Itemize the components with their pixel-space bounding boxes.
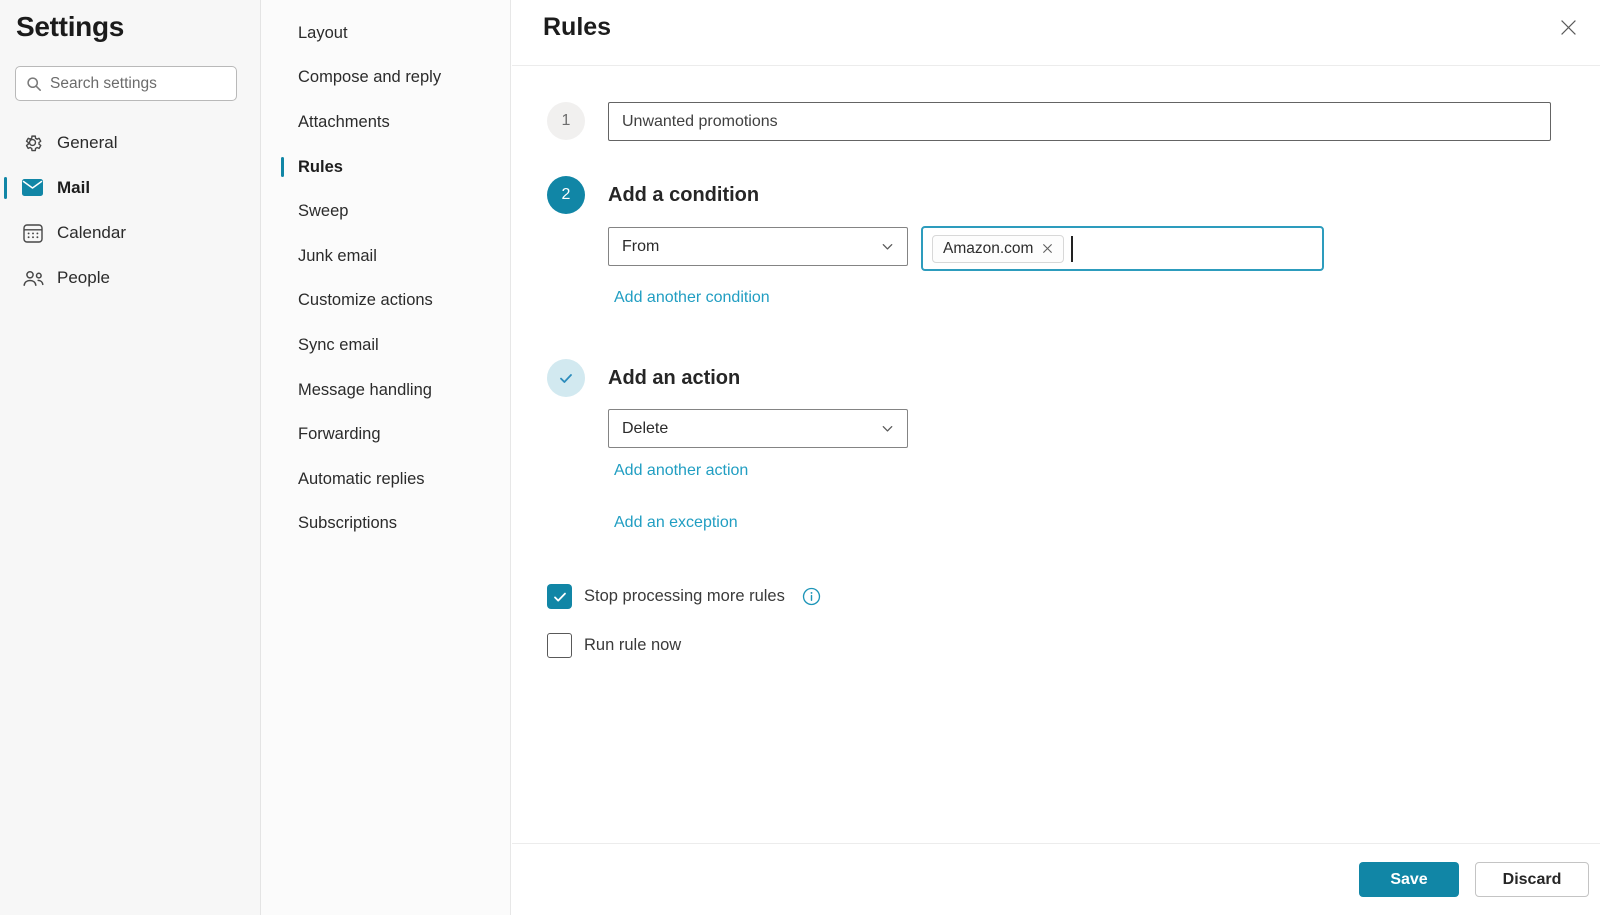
people-icon [21,269,44,287]
mail-icon [21,179,44,196]
selected-indicator [4,177,7,199]
nav-item-label: Automatic replies [298,470,425,489]
sidebar-nav: General Mail Cal [0,120,260,300]
rules-panel: Rules 1 2 Add a condition From Amazon.co… [512,0,1600,915]
close-button[interactable] [1550,9,1586,45]
add-another-action-link[interactable]: Add another action [614,462,748,480]
nav-item-label: Sync email [298,336,379,355]
condition-select-value: From [622,238,659,256]
settings-title: Settings [16,11,124,43]
header-divider [512,65,1600,66]
discard-button[interactable]: Discard [1475,862,1589,897]
value-chip: Amazon.com [932,235,1064,263]
run-rule-now-checkbox[interactable] [547,633,572,658]
nav-item-label: Compose and reply [298,68,441,87]
selected-indicator [281,157,284,177]
search-settings-box[interactable] [15,66,237,101]
nav-item-message-handling[interactable]: Message handling [261,368,510,413]
page-title: Rules [543,13,611,42]
nav-item-forwarding[interactable]: Forwarding [261,412,510,457]
nav-item-label: Customize actions [298,291,433,310]
nav-item-attachments[interactable]: Attachments [261,100,510,145]
calendar-icon [21,223,44,243]
info-button[interactable] [802,587,821,606]
step-2-badge: 2 [547,176,585,214]
run-rule-now-label: Run rule now [584,636,681,655]
text-cursor [1071,236,1073,262]
nav-item-sweep[interactable]: Sweep [261,189,510,234]
nav-item-label: Forwarding [298,425,381,444]
search-icon [26,76,42,92]
nav-item-junk-email[interactable]: Junk email [261,234,510,279]
nav-item-subscriptions[interactable]: Subscriptions [261,502,510,547]
condition-select[interactable]: From [608,227,908,266]
run-rule-now-option-row: Run rule now [547,633,681,658]
add-another-condition-link[interactable]: Add another condition [614,289,770,307]
sidebar-item-people[interactable]: People [0,255,260,300]
info-icon [802,587,821,606]
sidebar-item-label: Calendar [57,223,126,243]
stop-processing-checkbox[interactable] [547,584,572,609]
action-heading: Add an action [608,367,740,390]
nav-item-label: Rules [298,158,343,177]
value-chip-label: Amazon.com [943,240,1033,258]
nav-item-label: Attachments [298,113,390,132]
step-3-badge [547,359,585,397]
action-select[interactable]: Delete [608,409,908,448]
sidebar-item-label: General [57,133,117,153]
nav-item-customize-actions[interactable]: Customize actions [261,279,510,324]
stop-processing-label: Stop processing more rules [584,587,785,606]
nav-item-label: Layout [298,24,348,43]
action-select-value: Delete [622,420,668,438]
nav-item-sync-email[interactable]: Sync email [261,323,510,368]
nav-item-label: Junk email [298,247,377,266]
sidebar-item-mail[interactable]: Mail [0,165,260,210]
nav-item-rules[interactable]: Rules [261,145,510,190]
nav-item-compose-and-reply[interactable]: Compose and reply [261,56,510,101]
nav-item-label: Message handling [298,381,432,400]
rule-name-input[interactable] [608,102,1551,141]
close-icon [1560,19,1577,36]
check-icon [556,368,576,388]
mail-settings-nav: Layout Compose and reply Attachments Rul… [261,0,511,915]
sidebar-item-general[interactable]: General [0,120,260,165]
chevron-down-icon [881,422,894,435]
chip-remove-icon[interactable] [1042,243,1053,254]
search-input[interactable] [50,75,226,93]
save-button[interactable]: Save [1359,862,1459,897]
nav-item-automatic-replies[interactable]: Automatic replies [261,457,510,502]
step-1-badge: 1 [547,102,585,140]
nav-item-label: Subscriptions [298,514,397,533]
sidebar-item-calendar[interactable]: Calendar [0,210,260,255]
sidebar-item-label: Mail [57,178,90,198]
condition-value-input[interactable]: Amazon.com [921,226,1324,271]
nav-item-label: Sweep [298,202,348,221]
sidebar-item-label: People [57,268,110,288]
settings-sidebar: Settings General [0,0,261,915]
stop-processing-option-row: Stop processing more rules [547,584,821,609]
footer-divider [512,843,1600,844]
add-an-exception-link[interactable]: Add an exception [614,514,738,532]
chevron-down-icon [881,240,894,253]
nav-item-layout[interactable]: Layout [261,11,510,56]
checkbox-check-icon [552,589,568,605]
gear-icon [21,132,44,153]
condition-heading: Add a condition [608,184,759,207]
